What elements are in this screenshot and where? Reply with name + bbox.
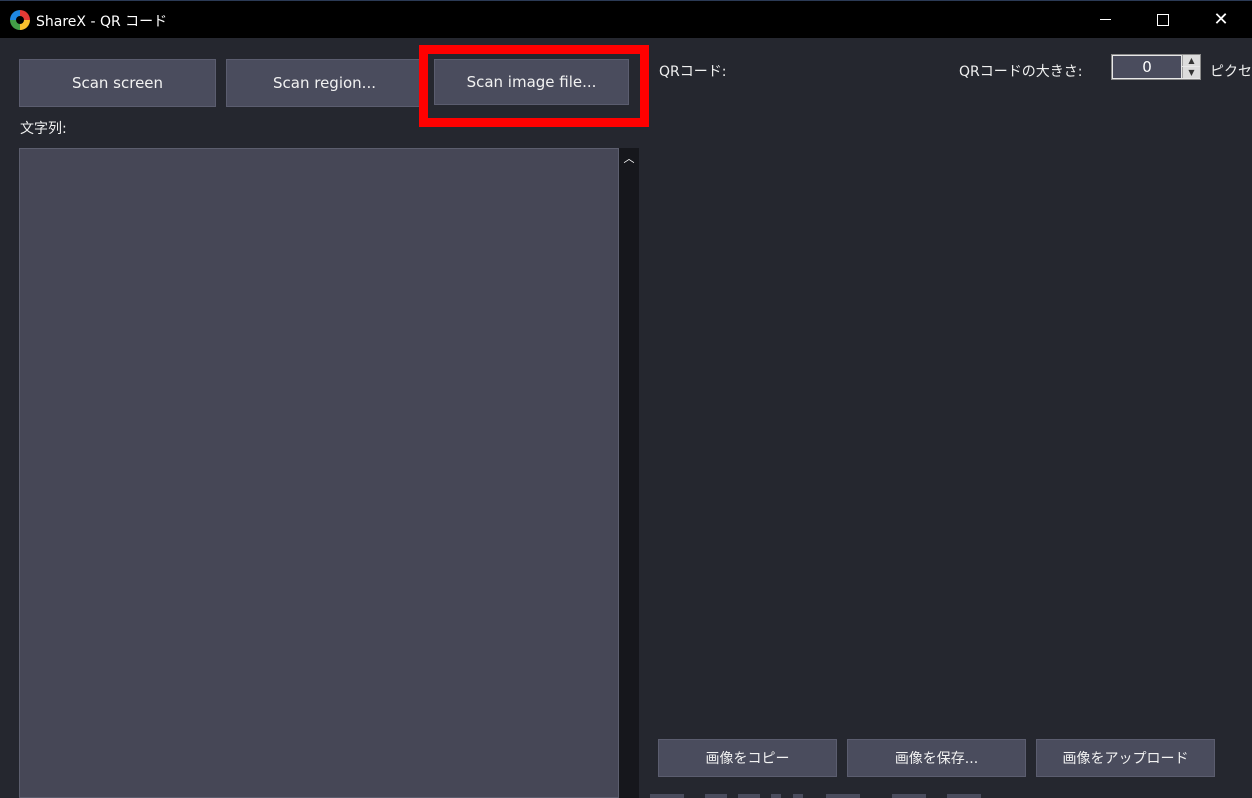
qr-size-label: QRコードの大きさ: (959, 64, 1083, 80)
qr-size-stepper[interactable]: 0 ▲ ▼ (1111, 54, 1201, 80)
close-button[interactable]: ✕ (1192, 1, 1250, 38)
highlight-box (419, 45, 649, 127)
sharex-logo-icon (10, 10, 30, 30)
upload-image-button[interactable]: 画像をアップロード (1036, 739, 1215, 777)
window-title: ShareX - QR コード (36, 14, 168, 30)
qr-size-unit-label: ピクセル (1210, 64, 1252, 80)
qr-code-label: QRコード: (659, 64, 727, 80)
scan-screen-button[interactable]: Scan screen (19, 59, 216, 107)
scroll-up-icon[interactable]: ︿ (619, 148, 639, 168)
qr-size-value[interactable]: 0 (1113, 56, 1181, 78)
text-label: 文字列: (20, 121, 67, 137)
minimize-button[interactable] (1076, 1, 1134, 38)
title-bar: ShareX - QR コード ✕ (0, 0, 1252, 38)
bottom-toolbar-edge (650, 794, 1252, 798)
save-image-button[interactable]: 画像を保存... (847, 739, 1026, 777)
text-input-area[interactable] (19, 148, 619, 798)
copy-image-button[interactable]: 画像をコピー (658, 739, 837, 777)
maximize-icon (1157, 13, 1169, 26)
stepper-down-icon[interactable]: ▼ (1182, 67, 1200, 78)
close-icon: ✕ (1213, 8, 1229, 30)
maximize-button[interactable] (1134, 1, 1192, 38)
scan-region-button[interactable]: Scan region... (226, 59, 423, 107)
minimize-icon (1099, 19, 1111, 20)
text-scrollbar[interactable]: ︿ (619, 148, 639, 798)
stepper-up-icon[interactable]: ▲ (1182, 55, 1200, 66)
